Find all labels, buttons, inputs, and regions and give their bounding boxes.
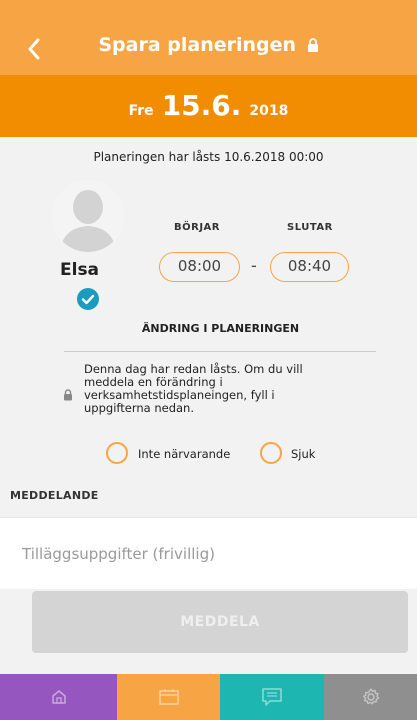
message-label: MEDDELANDE [10,489,99,502]
date-day: 15.6. [161,89,242,122]
sick-radio[interactable] [260,442,282,464]
tab-calendar[interactable] [117,674,220,720]
submit-button[interactable]: MEDDELA [32,591,408,653]
child-name: Elsa [60,260,100,280]
date-bar: Fre 15.6. 2018 [0,75,417,137]
tab-messages[interactable] [220,674,324,720]
home-icon [51,690,66,704]
time-separator: - [251,256,257,275]
locked-notice-text: Denna dag har redan låsts. Om du vill me… [84,362,303,415]
check-icon [77,288,99,310]
lock-icon [307,35,319,57]
end-label: SLUTAR [287,222,333,233]
bottom-tab-bar [0,674,417,720]
divider [64,351,376,352]
locked-info-text: Planeringen har låsts 10.6.2018 00:00 [93,150,324,164]
absent-radio[interactable] [106,442,128,464]
end-time-field[interactable]: 08:40 [270,252,349,282]
change-section-title: ÄNDRING I PLANERINGEN [141,322,300,335]
page-title-wrap: Spara planeringen [0,34,417,57]
gear-icon [362,688,379,705]
message-input[interactable] [0,517,417,589]
calendar-icon [158,689,179,705]
avatar [52,180,124,252]
page-title: Spara planeringen [98,34,297,56]
date-year: 2018 [249,103,289,119]
message-icon [262,688,282,706]
tab-home[interactable] [0,674,117,720]
tab-settings[interactable] [324,674,417,720]
person-silhouette-icon [52,180,124,252]
sick-radio-label[interactable]: Sjuk [291,447,315,461]
lock-icon [63,386,73,405]
start-time-field[interactable]: 08:00 [159,252,240,282]
absent-radio-label[interactable]: Inte närvarande [138,447,230,461]
start-label: BÖRJAR [174,222,220,233]
weekday: Fre [128,103,154,119]
